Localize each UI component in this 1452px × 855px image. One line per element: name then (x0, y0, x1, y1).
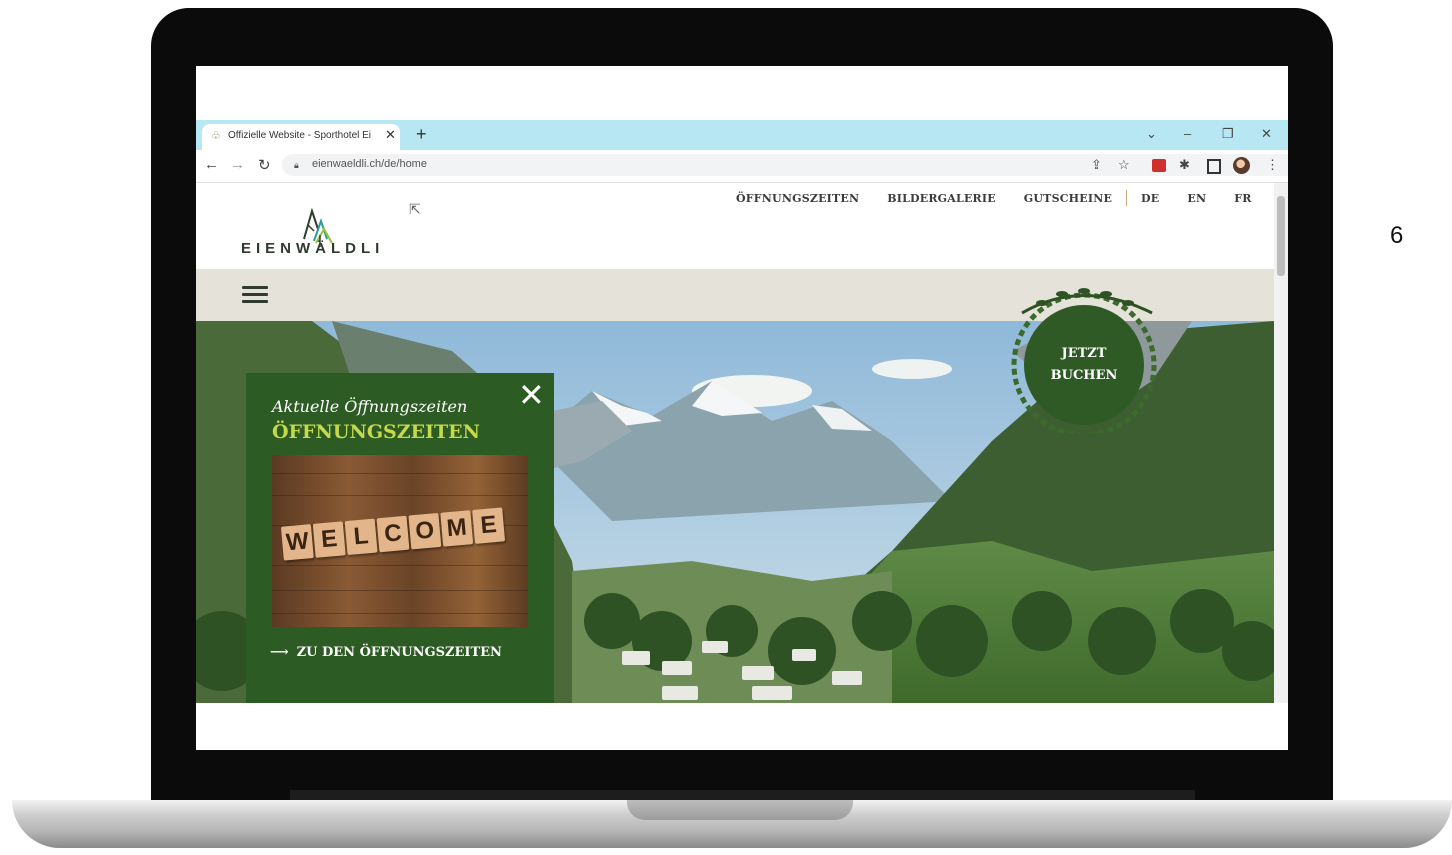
welcome-image: W E L C O M E (272, 455, 528, 627)
tab-search-icon[interactable]: ⌄ (1146, 126, 1157, 142)
address-bar[interactable] (282, 154, 1288, 176)
arrow-right-icon: ⟶ (270, 645, 289, 660)
tile-letter: M (440, 510, 474, 547)
popup-script-title: Aktuelle Öffnungszeiten (272, 397, 468, 416)
nav-gutscheine[interactable]: GUTSCHEINE (1024, 192, 1112, 205)
tab-title: Offizielle Website - Sporthotel Ei (228, 130, 372, 141)
lang-en[interactable]: EN (1187, 192, 1206, 205)
top-navigation: ÖFFNUNGSZEITEN BILDERGALERIE GUTSCHEINE … (736, 190, 1252, 206)
lang-de[interactable]: DE (1141, 192, 1159, 205)
tile-letter: E (312, 521, 346, 558)
laptop-notch (627, 800, 853, 820)
restore-icon[interactable]: ❐ (1222, 126, 1234, 142)
book-line2: BUCHEN (1050, 368, 1118, 383)
book-now-button[interactable]: JETZT BUCHEN (1024, 305, 1144, 425)
forward-arrow-icon[interactable]: → (230, 156, 245, 173)
reload-icon[interactable]: ↻ (258, 156, 271, 174)
logo-wordmark[interactable]: EIENWÄLDLI (241, 240, 384, 257)
favicon-icon: ♧ (211, 130, 221, 142)
tile-letter: E (472, 507, 506, 544)
mouse-cursor-icon: ⇱ (409, 201, 421, 217)
tile-letter: O (408, 512, 442, 550)
popup-title: ÖFFNUNGSZEITEN (272, 421, 481, 443)
scrollbar-thumb[interactable] (1277, 196, 1285, 276)
opening-hours-link[interactable]: ⟶ ZU DEN ÖFFNUNGSZEITEN (270, 645, 502, 660)
close-icon[interactable]: ✕ (518, 379, 545, 411)
welcome-tiles: W E L C O M E (280, 507, 506, 561)
nav-divider (1126, 190, 1128, 206)
popup-link-label: ZU DEN ÖFFNUNGSZEITEN (296, 645, 502, 660)
new-tab-button[interactable]: + (416, 124, 427, 145)
nav-bildergalerie[interactable]: BILDERGALERIE (887, 192, 996, 205)
tile-letter: C (376, 515, 410, 553)
minimize-icon[interactable]: – (1184, 126, 1191, 141)
kebab-menu-icon[interactable]: ⋮ (1266, 157, 1279, 173)
extensions-icon[interactable]: ✱ (1179, 157, 1190, 173)
web-page: ÖFFNUNGSZEITEN BILDERGALERIE GUTSCHEINE … (196, 183, 1274, 703)
hamburger-menu-icon[interactable] (242, 286, 268, 304)
lang-fr[interactable]: FR (1234, 192, 1251, 205)
laptop-screen: ♧ Offizielle Website - Sporthotel Ei ✕ +… (196, 66, 1288, 750)
star-icon[interactable]: ☆ (1118, 157, 1130, 173)
url-text[interactable]: eienwaeldli.ch/de/home (312, 158, 427, 170)
close-window-icon[interactable]: ✕ (1261, 126, 1272, 142)
profile-avatar-icon[interactable] (1233, 157, 1250, 174)
lock-icon[interactable]: 🔒︎ (294, 160, 299, 171)
sidepanel-icon[interactable] (1207, 159, 1221, 174)
back-arrow-icon[interactable]: ← (204, 156, 219, 173)
book-line1: JETZT (1061, 346, 1107, 361)
tab-close-icon[interactable]: ✕ (385, 127, 396, 143)
extension-icon[interactable] (1152, 159, 1166, 172)
tile-letter: L (344, 518, 378, 556)
opening-hours-popup: ✕ Aktuelle Öffnungszeiten ÖFFNUNGSZEITEN… (246, 373, 554, 703)
share-icon[interactable]: ⇪ (1091, 157, 1102, 173)
nav-oeffnungszeiten[interactable]: ÖFFNUNGSZEITEN (736, 192, 859, 205)
tile-letter: W (280, 524, 314, 561)
side-number: 6 (1390, 222, 1404, 249)
